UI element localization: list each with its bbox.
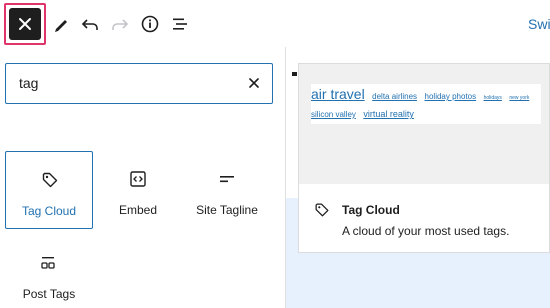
- pencil-icon[interactable]: [49, 12, 73, 36]
- preview-marker: [292, 72, 297, 76]
- block-label: Embed: [118, 203, 158, 217]
- switch-draft-link[interactable]: Swit: [528, 16, 550, 32]
- preview-block-title: Tag Cloud: [342, 203, 400, 217]
- block-site-tagline[interactable]: Site Tagline: [183, 151, 271, 229]
- block-tag-cloud[interactable]: Tag Cloud: [5, 151, 93, 229]
- block-label: Site Tagline: [196, 203, 258, 217]
- redo-icon[interactable]: [108, 12, 132, 36]
- search-input[interactable]: tag: [19, 75, 38, 91]
- tag-cloud-preview: air travel delta airlines holiday photos…: [311, 84, 541, 124]
- tag-link: holidays: [483, 95, 502, 101]
- block-post-tags[interactable]: Post Tags: [5, 235, 93, 308]
- block-embed[interactable]: Embed: [94, 151, 182, 229]
- info-icon[interactable]: [138, 12, 162, 36]
- block-search-field[interactable]: tag: [5, 63, 273, 104]
- editor-toolbar: Swit: [0, 0, 550, 47]
- tag-icon: [315, 203, 329, 217]
- list-view-icon[interactable]: [168, 12, 192, 36]
- block-label: Post Tags: [22, 287, 76, 301]
- embed-icon: [130, 171, 146, 187]
- tagline-icon: [220, 176, 234, 183]
- undo-icon[interactable]: [78, 12, 102, 36]
- close-icon: [19, 18, 31, 30]
- tag-icon: [42, 172, 58, 188]
- preview-block-description: A cloud of your most used tags.: [342, 224, 510, 238]
- tag-link: new york: [509, 95, 530, 101]
- close-inserter-button[interactable]: [9, 8, 41, 40]
- block-label: Tag Cloud: [21, 204, 77, 218]
- tag-link: air travel: [311, 86, 365, 102]
- tag-link: holiday photos: [424, 92, 477, 101]
- block-preview-card: air travel delta airlines holiday photos…: [298, 63, 550, 253]
- tag-link: silicon valley: [311, 110, 356, 119]
- clear-search-icon[interactable]: [246, 75, 262, 91]
- post-tags-icon: [41, 257, 55, 269]
- tag-link: virtual reality: [363, 109, 414, 119]
- tag-link: delta airlines: [372, 92, 418, 101]
- preview-canvas: [299, 64, 549, 184]
